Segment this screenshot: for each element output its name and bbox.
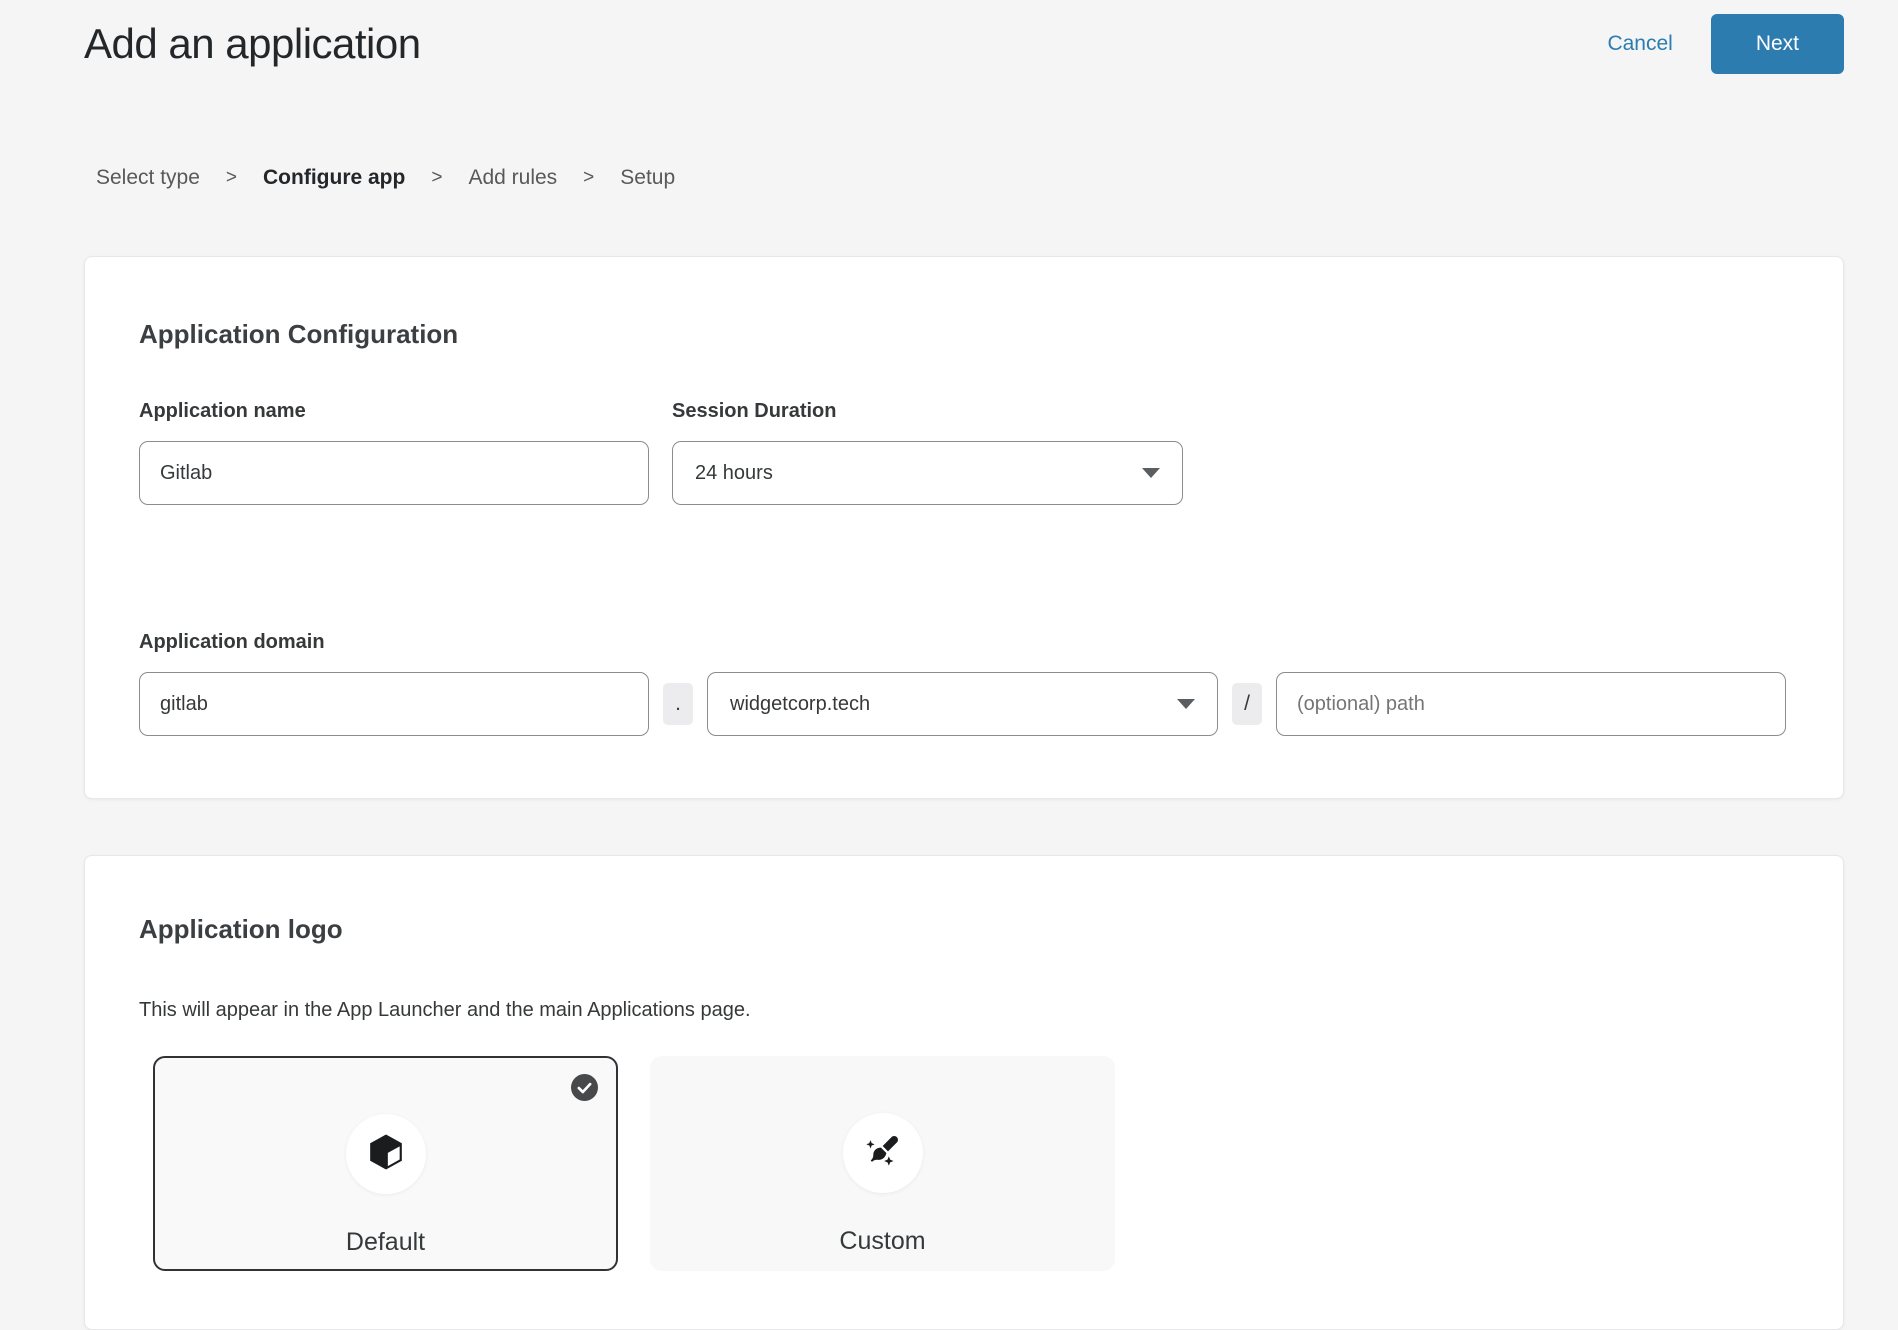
- configuration-card-title: Application Configuration: [139, 319, 1789, 350]
- path-input[interactable]: [1276, 672, 1786, 736]
- chevron-down-icon: [1177, 699, 1195, 709]
- domain-select-value: widgetcorp.tech: [730, 693, 870, 716]
- default-logo-circle: [346, 1114, 426, 1194]
- chevron-down-icon: [1142, 468, 1160, 478]
- application-domain-label: Application domain: [139, 631, 1789, 654]
- breadcrumb-separator: >: [431, 167, 442, 189]
- logo-card-description: This will appear in the App Launcher and…: [139, 999, 1789, 1022]
- add-application-page: Add an application Cancel Next Select ty…: [0, 0, 1898, 1260]
- page-header: Add an application Cancel Next: [0, 0, 1898, 74]
- logo-option-label: Custom: [839, 1227, 925, 1256]
- next-button[interactable]: Next: [1711, 14, 1844, 74]
- logo-option-custom[interactable]: Custom: [650, 1056, 1115, 1271]
- application-logo-card: Application logo This will appear in the…: [84, 855, 1844, 1330]
- domain-select[interactable]: widgetcorp.tech: [707, 672, 1218, 736]
- step-setup[interactable]: Setup: [620, 166, 675, 190]
- session-duration-value: 24 hours: [695, 462, 773, 485]
- application-name-field-group: Application name: [139, 400, 649, 505]
- step-configure-app[interactable]: Configure app: [263, 166, 405, 190]
- custom-logo-circle: [843, 1113, 923, 1193]
- logo-options-row: Default Custom: [153, 1056, 1789, 1271]
- paintbrush-icon: [863, 1131, 903, 1176]
- application-configuration-card: Application Configuration Application na…: [84, 256, 1844, 799]
- application-name-input[interactable]: [139, 441, 649, 505]
- session-duration-label: Session Duration: [672, 400, 1182, 423]
- application-domain-row: . widgetcorp.tech /: [139, 672, 1789, 736]
- dot-separator: .: [663, 683, 693, 725]
- step-add-rules[interactable]: Add rules: [468, 166, 557, 190]
- step-select-type[interactable]: Select type: [96, 166, 200, 190]
- breadcrumb-separator: >: [583, 167, 594, 189]
- session-duration-field-group: Session Duration 24 hours: [672, 400, 1182, 505]
- application-name-label: Application name: [139, 400, 649, 423]
- slash-separator: /: [1232, 683, 1262, 725]
- selected-check-icon: [571, 1074, 598, 1101]
- session-duration-select[interactable]: 24 hours: [672, 441, 1183, 505]
- application-domain-section: Application domain . widgetcorp.tech /: [139, 631, 1789, 736]
- logo-option-default[interactable]: Default: [153, 1056, 618, 1271]
- breadcrumb: Select type > Configure app > Add rules …: [96, 166, 1898, 190]
- logo-card-title: Application logo: [139, 914, 1789, 945]
- breadcrumb-separator: >: [226, 167, 237, 189]
- subdomain-input[interactable]: [139, 672, 649, 736]
- cancel-button[interactable]: Cancel: [1607, 32, 1672, 56]
- logo-option-label: Default: [346, 1228, 425, 1257]
- name-session-row: Application name Session Duration 24 hou…: [139, 400, 1789, 505]
- cube-icon: [366, 1132, 406, 1177]
- page-title: Add an application: [84, 20, 1607, 68]
